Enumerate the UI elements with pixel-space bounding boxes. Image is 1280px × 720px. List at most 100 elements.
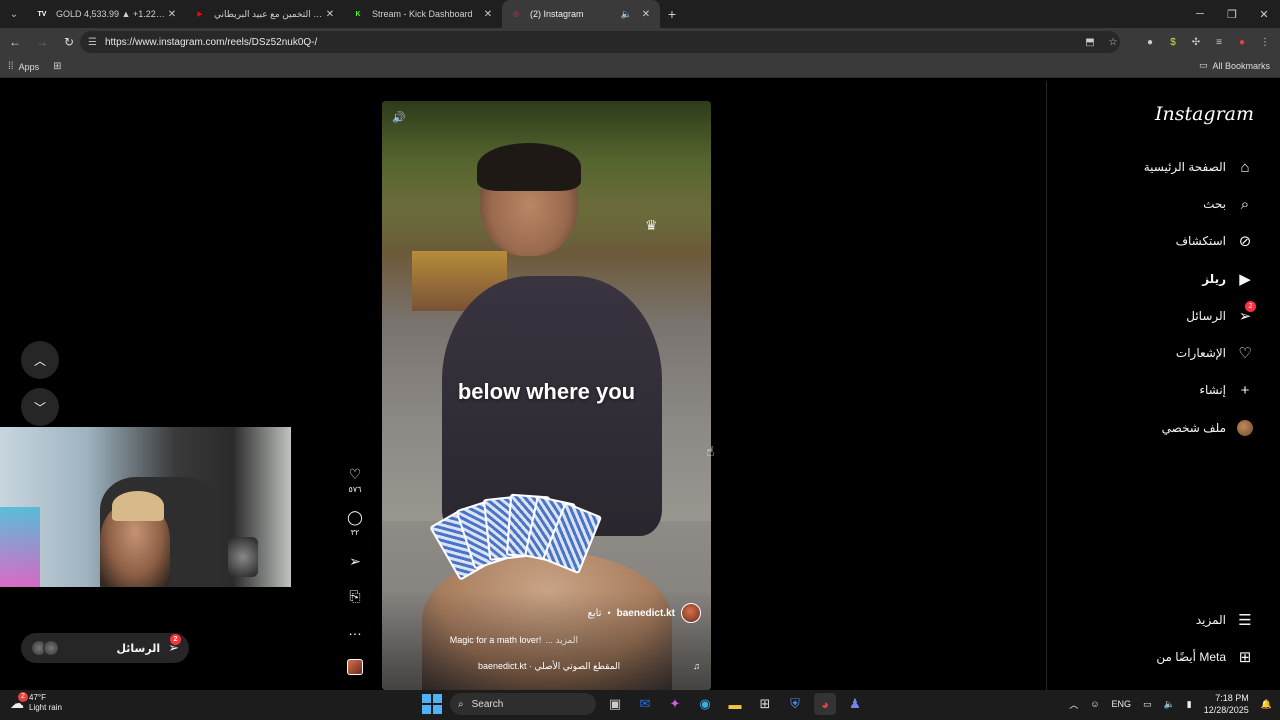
media-control-icon[interactable]: ≡ xyxy=(1212,35,1226,49)
nav-also-from-meta[interactable]: ⊞ أيضًا من Meta xyxy=(1156,648,1254,666)
apps-bookmark[interactable]: ⁞⁞ Apps xyxy=(8,61,39,72)
teams-icon[interactable]: ♟ xyxy=(844,693,866,715)
battery-icon[interactable]: ▮ xyxy=(1187,699,1192,710)
meta-apps-icon: ⊞ xyxy=(1238,649,1252,666)
discord-icon[interactable]: ☺ xyxy=(1090,699,1099,709)
webcam-overlay xyxy=(0,427,291,587)
chevron-down-icon: ﹀ xyxy=(33,400,46,415)
close-icon[interactable]: ✕ xyxy=(166,9,178,20)
address-bar[interactable]: ☰ https://www.instagram.com/reels/DSz52n… xyxy=(80,31,1120,53)
copilot-icon[interactable]: ✦ xyxy=(664,693,686,715)
reel-audio[interactable]: baenedict.kt · المقطع الصوتي الأصلي ♫ xyxy=(478,661,700,672)
edge-icon[interactable]: ◉ xyxy=(694,693,716,715)
close-icon[interactable]: ✕ xyxy=(482,9,494,20)
chevron-up-icon[interactable]: ︿ xyxy=(1069,698,1078,711)
tab-title: GOLD 4,533.99 ▲ +1.22% Unn... xyxy=(56,9,166,19)
tab-groups-button[interactable]: ⊞ xyxy=(53,61,66,72)
security-icon[interactable]: ⛨ xyxy=(784,693,806,715)
volume-icon[interactable]: 🔈 xyxy=(1164,699,1175,710)
notification-bell-icon[interactable]: 🔔 xyxy=(1261,699,1272,710)
volume-icon[interactable]: 🔊 xyxy=(392,111,406,124)
reel-video[interactable]: 🔊 ♛ below where you تابع • baenedict.kt … xyxy=(382,101,711,690)
nav-home[interactable]: ⌂ الصفحة الرئيسية xyxy=(1144,158,1254,176)
audio-thumbnail-image xyxy=(347,659,363,675)
close-icon[interactable]: ✕ xyxy=(324,9,336,20)
restore-button[interactable]: ❐ xyxy=(1216,0,1248,28)
author-avatar[interactable] xyxy=(681,603,701,623)
nav-explore[interactable]: ⊘ استكشاف xyxy=(1176,232,1254,250)
previous-reel-button[interactable]: ︿ xyxy=(21,341,59,379)
bookmark-icon: ⎘ xyxy=(349,588,361,604)
tab-gold[interactable]: TV GOLD 4,533.99 ▲ +1.22% Unn... ✕ xyxy=(28,0,186,28)
tradingview-icon: TV xyxy=(37,10,47,18)
nav-notifications[interactable]: ♡ الإشعارات xyxy=(1176,344,1254,362)
messages-badge: 2 xyxy=(1245,301,1256,312)
plus-icon: + xyxy=(1240,381,1250,399)
menu-icon[interactable]: ⋮ xyxy=(1258,35,1272,49)
minimize-button[interactable]: ─ xyxy=(1184,0,1216,28)
more-link[interactable]: ... المزيد xyxy=(545,635,578,646)
tab-search-button[interactable]: ⌄ xyxy=(0,0,28,28)
nav-profile[interactable]: ملف شخصي xyxy=(1162,419,1254,437)
messages-label: الرسائل xyxy=(116,642,161,655)
puzzle-icon[interactable]: ✣ xyxy=(1189,35,1203,49)
nav-reels[interactable]: ▶ ريلز xyxy=(1202,270,1254,288)
tab-title: (2) Instagram xyxy=(530,9,584,19)
bookmarks-bar: ⁞⁞ Apps ⊞ ▭ All Bookmarks xyxy=(0,56,1280,78)
nav-messages[interactable]: ➢ 2 الرسائل xyxy=(1186,301,1256,325)
audio-thumbnail[interactable] xyxy=(340,659,370,675)
messages-pill[interactable]: ➢ 2 الرسائل xyxy=(21,633,189,663)
chevron-up-icon: ︿ xyxy=(33,353,46,368)
close-window-button[interactable]: ✕ xyxy=(1248,0,1280,28)
taskbar-search[interactable]: ⌕ Search xyxy=(450,693,596,715)
new-tab-button[interactable]: + xyxy=(660,6,684,22)
close-icon[interactable]: ✕ xyxy=(640,9,652,20)
nav-more[interactable]: ☰ المزيد xyxy=(1196,611,1254,629)
like-count: ٥٧٦ xyxy=(348,485,362,494)
back-button[interactable]: ← xyxy=(3,30,27,54)
share-button[interactable]: ➢ xyxy=(340,553,370,570)
all-bookmarks[interactable]: ▭ All Bookmarks xyxy=(1199,60,1270,71)
speaker-icon[interactable]: 🔈 xyxy=(621,9,632,20)
instagram-page: 🔊 ♛ below where you تابع • baenedict.kt … xyxy=(0,81,1280,690)
url-text: https://www.instagram.com/reels/DSz52nuk… xyxy=(104,36,318,48)
follow-button[interactable]: تابع xyxy=(588,608,602,619)
tab-kick[interactable]: K Stream - Kick Dashboard ✕ xyxy=(344,0,502,28)
avatar xyxy=(43,640,59,656)
store-icon[interactable]: ⊞ xyxy=(754,693,776,715)
clock[interactable]: 7:18 PM 12/28/2025 xyxy=(1204,692,1249,716)
windows-start-icon[interactable] xyxy=(422,694,442,714)
search-icon: ⌕ xyxy=(1240,195,1250,213)
tab-instagram[interactable]: ◎ (2) Instagram 🔈 ✕ xyxy=(502,0,660,28)
like-button[interactable]: ♡ ٥٧٦ xyxy=(340,466,370,494)
language-indicator[interactable]: ENG xyxy=(1112,699,1132,709)
extension-icon[interactable]: ● xyxy=(1143,35,1157,49)
chrome-icon[interactable]: ◕ xyxy=(814,693,836,715)
weather-widget[interactable]: ☁ 2 47°F Light rain xyxy=(10,691,62,713)
tab-bar: ⌄ TV GOLD 4,533.99 ▲ +1.22% Unn... ✕ ▶ ت… xyxy=(0,0,1280,28)
messages-icon: ➢ 2 xyxy=(168,634,181,655)
save-button[interactable]: ⎘ xyxy=(340,588,370,605)
tab-youtube[interactable]: ▶ تحدي التخمين مع عبيد البريطاني ✕ xyxy=(186,0,344,28)
messages-badge: 2 xyxy=(170,634,181,645)
forward-button[interactable]: → xyxy=(30,30,54,54)
site-info-icon[interactable]: ☰ xyxy=(88,37,97,48)
file-explorer-icon[interactable]: ▬ xyxy=(724,693,746,715)
install-app-icon[interactable]: ⬒ xyxy=(1083,35,1097,49)
extension-icon[interactable]: $ xyxy=(1166,35,1180,49)
weather-temp: 47°F xyxy=(29,693,46,702)
nav-search[interactable]: ⌕ بحث xyxy=(1203,195,1254,213)
profile-icon[interactable]: ● xyxy=(1235,35,1249,49)
youtube-icon: ▶ xyxy=(197,11,203,18)
nav-create[interactable]: + إنشاء xyxy=(1199,381,1254,399)
more-options-button[interactable]: … xyxy=(340,622,370,638)
instagram-logo[interactable]: Instagram xyxy=(1155,103,1254,125)
outlook-icon[interactable]: ✉ xyxy=(634,693,656,715)
next-reel-button[interactable]: ﹀ xyxy=(21,388,59,426)
task-view-icon[interactable]: ▣ xyxy=(604,693,626,715)
network-icon[interactable]: ▭ xyxy=(1143,699,1152,710)
reload-button[interactable]: ↻ xyxy=(57,30,81,54)
comment-button[interactable]: ◯ ٣٢ xyxy=(340,509,370,537)
bookmark-star-icon[interactable]: ☆ xyxy=(1106,35,1120,49)
author-username[interactable]: baenedict.kt xyxy=(617,608,675,619)
